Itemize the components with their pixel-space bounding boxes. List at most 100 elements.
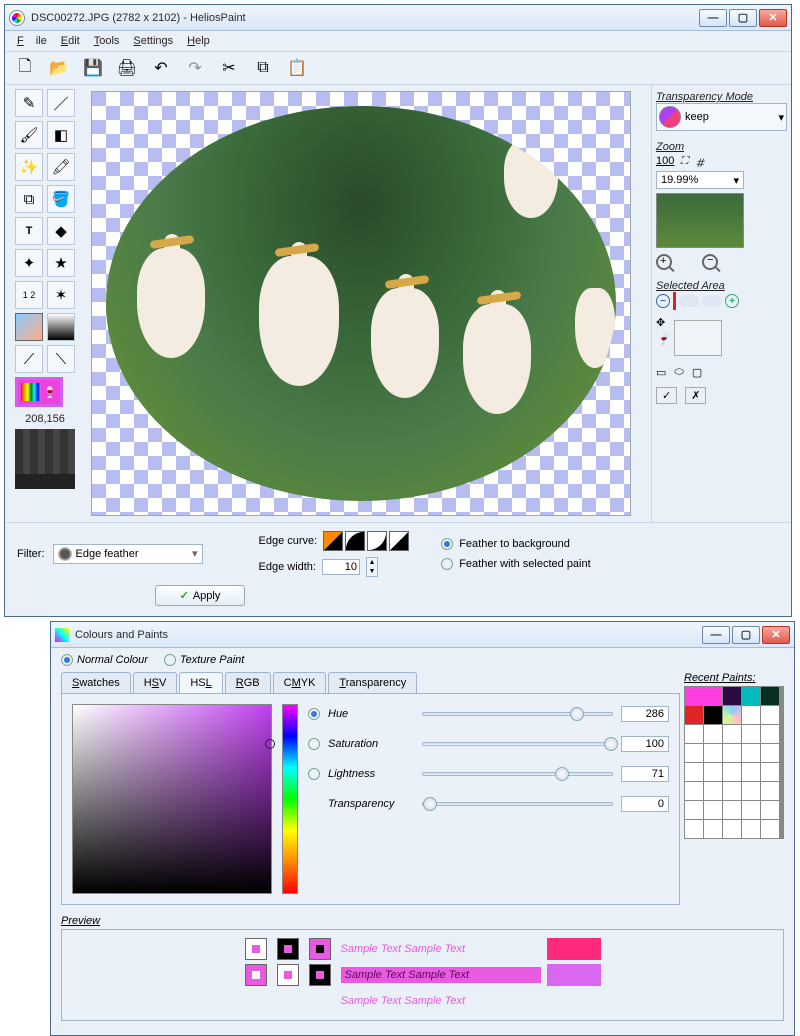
numbered-tool-icon[interactable]: 1 2 — [15, 281, 43, 309]
light-radio[interactable] — [308, 768, 320, 780]
recent-swatch[interactable] — [742, 687, 760, 705]
edge-curve-4[interactable] — [389, 531, 409, 551]
tab-transparency[interactable]: Transparency — [328, 672, 417, 693]
bucket-tool-icon[interactable]: 🪣 — [47, 185, 75, 213]
menu-tools[interactable]: Tools — [88, 33, 126, 49]
gradient-filter-tool-icon[interactable] — [15, 313, 43, 341]
hue-input[interactable] — [621, 706, 669, 722]
recent-swatch[interactable] — [685, 706, 703, 724]
recent-swatch[interactable] — [742, 706, 760, 724]
texture-paint-radio[interactable]: Texture Paint — [164, 654, 244, 666]
apply-button[interactable]: ✓Apply — [155, 585, 245, 606]
tab-swatches[interactable]: Swatches — [61, 672, 131, 693]
copy-icon[interactable]: ⧉ — [251, 56, 275, 80]
hue-strip[interactable] — [282, 704, 298, 894]
undo-icon[interactable]: ↶ — [149, 56, 173, 80]
feather-paint-radio[interactable]: Feather with selected paint — [441, 558, 590, 570]
edge-width-spinner[interactable]: ▲▼ — [366, 557, 378, 577]
menu-file[interactable]: File — [11, 33, 53, 49]
light-slider[interactable] — [422, 772, 613, 776]
zoom-100-icon[interactable]: 100 — [656, 155, 674, 171]
tab-rgb[interactable]: RGB — [225, 672, 271, 693]
sel-rect-icon[interactable]: ▭ — [656, 366, 666, 379]
star-tool-icon[interactable]: ★ — [47, 249, 75, 277]
titlebar[interactable]: DSC00272.JPG (2782 x 2102) - HeliosPaint… — [5, 5, 791, 31]
sel-cloud-icon[interactable] — [679, 295, 699, 307]
slash-tool-icon[interactable]: ⟋ — [15, 345, 43, 373]
feather-bg-radio[interactable]: Feather to background — [441, 538, 590, 550]
navigator-thumbnail[interactable] — [15, 429, 75, 489]
colours-maximize-button[interactable]: ▢ — [732, 626, 760, 644]
recent-swatch[interactable] — [704, 687, 722, 705]
recent-swatch[interactable] — [723, 687, 741, 705]
trans-slider[interactable] — [422, 802, 613, 806]
edge-curve-3[interactable] — [367, 531, 387, 551]
close-button[interactable]: ✕ — [759, 9, 787, 27]
filter-dropdown[interactable]: Edge feather — [53, 544, 203, 564]
sel-cancel-icon[interactable]: ✗ — [685, 387, 706, 404]
sel-ellipse-icon[interactable]: ⬭ — [674, 366, 683, 379]
spray-tool-icon[interactable]: ✨ — [15, 153, 43, 181]
save-icon[interactable]: 💾 — [81, 56, 105, 80]
zoom-value-input[interactable]: 19.99%▾ — [656, 171, 744, 189]
cut-icon[interactable]: ✂ — [217, 56, 241, 80]
line-tool-icon[interactable]: ／ — [47, 89, 75, 117]
print-icon[interactable]: 🖨 — [115, 56, 139, 80]
sel-crop-icon[interactable]: ▢ — [692, 366, 702, 379]
canvas[interactable] — [91, 91, 631, 516]
minimize-button[interactable]: — — [699, 9, 727, 27]
backslash-tool-icon[interactable]: ⟍ — [47, 345, 75, 373]
sel-cloud2-icon[interactable] — [702, 295, 722, 307]
recent-swatch[interactable] — [704, 706, 722, 724]
zoom-preview[interactable] — [656, 193, 744, 248]
gradient-gray-tool-icon[interactable] — [47, 313, 75, 341]
active-color-swatch[interactable]: 🍷 — [15, 377, 63, 407]
edge-curve-1[interactable] — [323, 531, 343, 551]
new-icon[interactable]: 🗋 — [13, 56, 37, 80]
sel-subtract-icon[interactable]: − — [656, 294, 670, 308]
tab-hsl[interactable]: HSL — [179, 672, 222, 693]
zoom-in-icon[interactable] — [656, 254, 672, 270]
tab-hsv[interactable]: HSV — [133, 672, 178, 693]
highlighter-tool-icon[interactable]: 🖍 — [47, 153, 75, 181]
recent-swatch[interactable] — [685, 687, 703, 705]
trans-input[interactable] — [621, 796, 669, 812]
colours-close-button[interactable]: ✕ — [762, 626, 790, 644]
hue-radio[interactable] — [308, 708, 320, 720]
tab-cmyk[interactable]: CMYK — [273, 672, 327, 693]
normal-colour-radio[interactable]: Normal Colour — [61, 654, 148, 666]
sat-slider[interactable] — [422, 742, 613, 746]
clone-tool-icon[interactable]: ⧉ — [15, 185, 43, 213]
eraser-tool-icon[interactable]: ◧ — [47, 121, 75, 149]
edge-curve-2[interactable] — [345, 531, 365, 551]
sl-gradient-box[interactable] — [72, 704, 272, 894]
open-icon[interactable]: 📂 — [47, 56, 71, 80]
colours-minimize-button[interactable]: — — [702, 626, 730, 644]
text-tool-icon[interactable]: T — [15, 217, 43, 245]
sel-move-icon[interactable]: ✥ — [656, 316, 670, 329]
sat-input[interactable] — [621, 736, 669, 752]
zoom-grid-icon[interactable]: ＃ — [694, 155, 705, 171]
hue-slider[interactable] — [422, 712, 613, 716]
sel-add-icon[interactable]: + — [725, 294, 739, 308]
wand-tool-icon[interactable]: ✦ — [15, 249, 43, 277]
zoom-out-icon[interactable] — [702, 254, 718, 270]
transparency-mode-dropdown[interactable]: keep ▾ — [656, 103, 787, 131]
colours-titlebar[interactable]: Colours and Paints — ▢ ✕ — [51, 622, 794, 648]
sel-glass-icon[interactable]: 🍷 — [656, 333, 670, 346]
zoom-fit-icon[interactable]: ⛶ — [680, 155, 688, 171]
menu-help[interactable]: Help — [181, 33, 216, 49]
sat-radio[interactable] — [308, 738, 320, 750]
maximize-button[interactable]: ▢ — [729, 9, 757, 27]
misc-tool-icon[interactable]: ✶ — [47, 281, 75, 309]
pencil-tool-icon[interactable]: ✎ — [15, 89, 43, 117]
shapes-tool-icon[interactable]: ◆ — [47, 217, 75, 245]
light-input[interactable] — [621, 766, 669, 782]
brush-tool-icon[interactable]: 🖌 — [15, 121, 43, 149]
recent-swatch[interactable] — [761, 687, 779, 705]
sel-check-icon[interactable]: ✓ — [656, 387, 677, 404]
paste-icon[interactable]: 📋 — [285, 56, 309, 80]
recent-swatch[interactable] — [723, 706, 741, 724]
edge-width-input[interactable] — [322, 559, 360, 575]
menu-settings[interactable]: Settings — [127, 33, 179, 49]
